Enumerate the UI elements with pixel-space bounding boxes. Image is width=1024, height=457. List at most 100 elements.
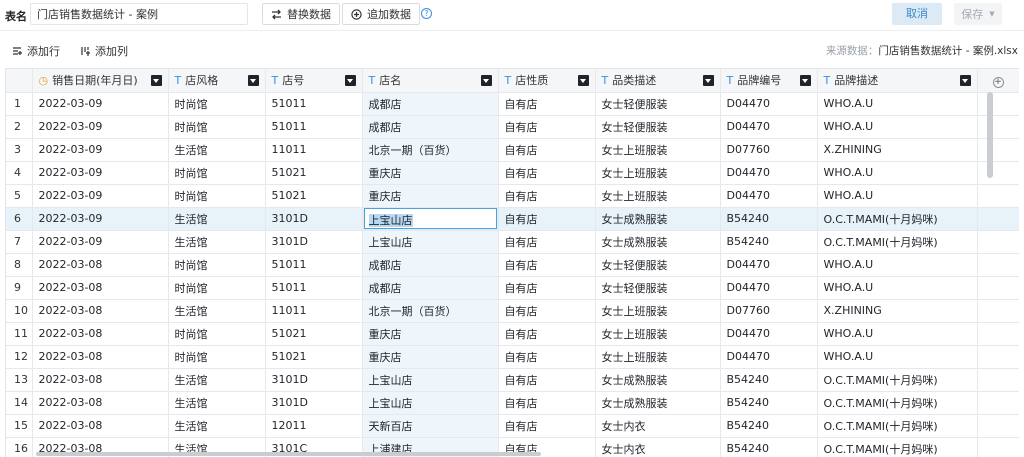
table-cell[interactable]: 自有店: [498, 368, 596, 392]
column-menu-icon[interactable]: [150, 75, 162, 86]
table-cell[interactable]: 重庆店: [362, 322, 499, 346]
table-cell[interactable]: 自有店: [498, 207, 596, 231]
table-cell[interactable]: 成都店: [362, 276, 499, 300]
table-cell[interactable]: 11011: [265, 299, 363, 323]
table-row[interactable]: 15 2022-03-08 生活馆 12011 天新百店 自有店 女士内衣 B54240 O.C…: [6, 414, 1019, 438]
table-cell[interactable]: WHO.A.U: [817, 276, 978, 300]
table-row[interactable]: 14 2022-03-08 生活馆 3101D 上宝山店 自有店 女士成熟服装 B54240 O…: [6, 391, 1019, 415]
column-menu-icon[interactable]: [799, 75, 811, 86]
column-header[interactable]: T 店性质: [498, 69, 596, 93]
column-header[interactable]: ◷ 销售日期(年月日): [32, 69, 169, 93]
table-row[interactable]: 8 2022-03-08 时尚馆 51011 成都店 自有店 女士轻便服装 D04470 WHO…: [6, 253, 1019, 277]
table-cell[interactable]: 51021: [265, 184, 363, 208]
add-column-header[interactable]: +: [977, 69, 1019, 93]
column-header[interactable]: T 店名: [362, 69, 499, 93]
table-cell[interactable]: 时尚馆: [168, 253, 266, 277]
add-circle-icon[interactable]: +: [992, 77, 1004, 89]
table-cell[interactable]: 天新百店: [362, 414, 499, 438]
table-cell[interactable]: 自有店: [498, 322, 596, 346]
table-row[interactable]: 9 2022-03-08 时尚馆 51011 成都店 自有店 女士轻便服装 D04470 WHO…: [6, 276, 1019, 300]
column-menu-icon[interactable]: [702, 75, 714, 86]
table-cell[interactable]: 重庆店: [362, 345, 499, 369]
table-name-input[interactable]: [30, 3, 248, 25]
table-cell[interactable]: 2022-03-09: [32, 161, 169, 185]
table-cell[interactable]: 51011: [265, 92, 363, 116]
table-cell[interactable]: 女士成熟服装: [595, 391, 721, 415]
table-cell[interactable]: 自有店: [498, 299, 596, 323]
table-cell[interactable]: 自有店: [498, 276, 596, 300]
table-cell[interactable]: 生活馆: [168, 207, 266, 231]
table-row[interactable]: 10 2022-03-08 生活馆 11011 北京一期（百货） 自有店 女士上班服装 D07…: [6, 299, 1019, 323]
column-menu-icon[interactable]: [247, 75, 259, 86]
table-cell[interactable]: O.C.T.MAMI(十月妈咪): [817, 414, 978, 438]
table-cell[interactable]: 女士内衣: [595, 437, 721, 457]
table-cell[interactable]: 51021: [265, 345, 363, 369]
table-cell[interactable]: 时尚馆: [168, 92, 266, 116]
table-cell[interactable]: 自有店: [498, 345, 596, 369]
table-cell[interactable]: 成都店: [362, 253, 499, 277]
table-cell[interactable]: WHO.A.U: [817, 115, 978, 139]
save-button[interactable]: 保存 ▼: [954, 3, 1002, 25]
table-cell[interactable]: 2022-03-08: [32, 276, 169, 300]
table-cell[interactable]: 自有店: [498, 161, 596, 185]
column-header[interactable]: T 店风格: [168, 69, 266, 93]
table-cell[interactable]: 2022-03-08: [32, 368, 169, 392]
table-cell[interactable]: 女士轻便服装: [595, 92, 721, 116]
table-cell[interactable]: 51021: [265, 161, 363, 185]
table-cell[interactable]: D04470: [720, 253, 818, 277]
table-cell[interactable]: O.C.T.MAMI(十月妈咪): [817, 391, 978, 415]
table-row[interactable]: 4 2022-03-09 时尚馆 51021 重庆店 自有店 女士上班服装 D04470 WHO…: [6, 161, 1019, 185]
cancel-button[interactable]: 取消: [892, 3, 942, 25]
table-cell[interactable]: D04470: [720, 322, 818, 346]
table-cell[interactable]: 2022-03-08: [32, 253, 169, 277]
table-cell[interactable]: 自有店: [498, 391, 596, 415]
table-cell[interactable]: 时尚馆: [168, 161, 266, 185]
table-cell[interactable]: D04470: [720, 92, 818, 116]
table-cell[interactable]: 2022-03-09: [32, 92, 169, 116]
table-cell[interactable]: 上宝山店: [362, 230, 499, 254]
table-cell[interactable]: WHO.A.U: [817, 345, 978, 369]
table-cell[interactable]: 生活馆: [168, 414, 266, 438]
table-cell[interactable]: 2022-03-09: [32, 138, 169, 162]
table-cell[interactable]: 女士上班服装: [595, 184, 721, 208]
table-cell[interactable]: 北京一期（百货）: [362, 138, 499, 162]
table-cell[interactable]: O.C.T.MAMI(十月妈咪): [817, 207, 978, 231]
table-row[interactable]: 11 2022-03-08 时尚馆 51021 重庆店 自有店 女士上班服装 D04470 WH…: [6, 322, 1019, 346]
table-cell[interactable]: WHO.A.U: [817, 253, 978, 277]
table-cell[interactable]: 2022-03-09: [32, 230, 169, 254]
table-cell[interactable]: 女士轻便服装: [595, 276, 721, 300]
table-cell[interactable]: 自有店: [498, 414, 596, 438]
table-cell[interactable]: O.C.T.MAMI(十月妈咪): [817, 437, 978, 457]
table-cell[interactable]: 女士上班服装: [595, 345, 721, 369]
table-cell[interactable]: 女士内衣: [595, 414, 721, 438]
table-row[interactable]: 2 2022-03-09 时尚馆 51011 成都店 自有店 女士轻便服装 D04470 WHO…: [6, 115, 1019, 139]
table-cell[interactable]: 生活馆: [168, 391, 266, 415]
table-cell[interactable]: 女士上班服装: [595, 299, 721, 323]
table-row[interactable]: 7 2022-03-09 生活馆 3101D 上宝山店 自有店 女士成熟服装 B54240 O.…: [6, 230, 1019, 254]
table-cell[interactable]: WHO.A.U: [817, 161, 978, 185]
table-cell[interactable]: O.C.T.MAMI(十月妈咪): [817, 368, 978, 392]
table-cell[interactable]: 自有店: [498, 92, 596, 116]
table-row[interactable]: 6 2022-03-09 生活馆 3101D 上宝山店 自有店 女士成熟服装 B54240 O.…: [6, 207, 1019, 231]
add-column-button[interactable]: 添加列: [80, 43, 128, 59]
add-row-button[interactable]: 添加行: [12, 43, 60, 59]
table-cell[interactable]: 女士成熟服装: [595, 207, 721, 231]
table-cell[interactable]: 女士成熟服装: [595, 368, 721, 392]
table-cell[interactable]: O.C.T.MAMI(十月妈咪): [817, 230, 978, 254]
table-cell[interactable]: 3101D: [265, 207, 363, 231]
table-cell[interactable]: 2022-03-08: [32, 299, 169, 323]
table-cell[interactable]: 自有店: [498, 253, 596, 277]
table-cell[interactable]: 51011: [265, 253, 363, 277]
table-cell[interactable]: 女士上班服装: [595, 161, 721, 185]
table-cell[interactable]: D04470: [720, 276, 818, 300]
selected-text[interactable]: 上宝山店: [368, 214, 413, 227]
table-cell[interactable]: D04470: [720, 115, 818, 139]
active-cell-editor[interactable]: 上宝山店: [362, 207, 499, 231]
table-cell[interactable]: 时尚馆: [168, 345, 266, 369]
table-cell[interactable]: 3101D: [265, 391, 363, 415]
table-cell[interactable]: X.ZHINING: [817, 299, 978, 323]
table-cell[interactable]: B54240: [720, 368, 818, 392]
column-menu-icon[interactable]: [577, 75, 589, 86]
table-cell[interactable]: 重庆店: [362, 161, 499, 185]
table-cell[interactable]: D04470: [720, 345, 818, 369]
